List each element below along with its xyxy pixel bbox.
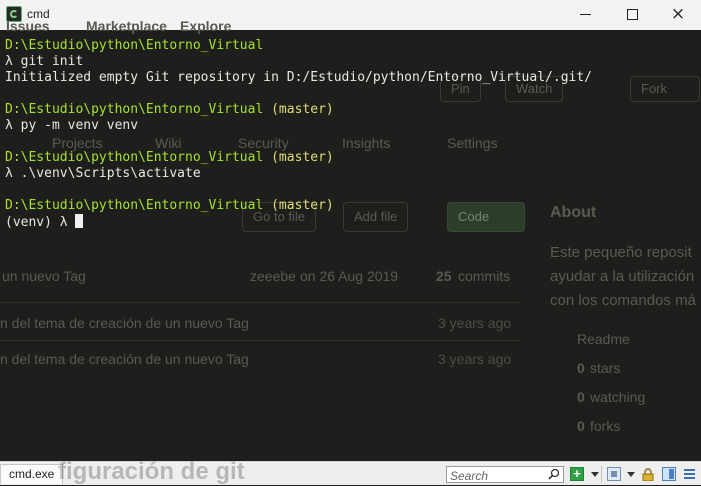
active-input-line[interactable]: (venv) λ — [5, 214, 84, 231]
text-cursor — [75, 214, 84, 228]
prompt-line: D:\Estudio\python\Entorno_Virtual (maste… — [5, 102, 334, 118]
search-box[interactable] — [446, 466, 564, 484]
terminal-output[interactable]: D:\Estudio\python\Entorno_Virtual λ git … — [0, 30, 701, 460]
minimize-icon — [580, 14, 591, 15]
status-bar: cmd.exe + — [0, 461, 701, 485]
split-view-icon[interactable] — [662, 467, 676, 481]
prompt-branch: (master) — [271, 150, 334, 165]
menu-icon[interactable] — [683, 467, 697, 481]
venv-prompt: (venv) λ — [5, 215, 76, 230]
command-line: λ py -m venv venv — [5, 118, 139, 133]
command-line: λ git init — [5, 54, 84, 69]
prompt-line: D:\Estudio\python\Entorno_Virtual — [5, 38, 263, 54]
maximize-icon — [627, 9, 638, 20]
search-icon[interactable] — [548, 468, 560, 480]
minimize-button[interactable] — [563, 0, 609, 30]
prompt-path: D:\Estudio\python\Entorno_Virtual — [5, 150, 264, 165]
panel-icon[interactable] — [607, 467, 621, 481]
console-tab[interactable]: cmd.exe — [0, 464, 64, 484]
prompt-path: D:\Estudio\python\Entorno_Virtual — [5, 198, 264, 213]
prompt-branch: (master) — [271, 198, 334, 213]
lock-icon[interactable] — [642, 468, 654, 481]
toolbar-separator — [601, 466, 602, 483]
close-button[interactable]: × — [655, 0, 701, 30]
prompt-branch: (master) — [271, 102, 334, 117]
prompt-line: D:\Estudio\python\Entorno_Virtual (maste… — [5, 198, 334, 214]
dropdown-icon[interactable] — [627, 472, 635, 477]
dropdown-icon[interactable] — [591, 472, 599, 477]
command-line: λ .\venv\Scripts\activate — [5, 166, 201, 181]
prompt-line: D:\Estudio\python\Entorno_Virtual (maste… — [5, 150, 334, 166]
add-console-icon[interactable]: + — [570, 467, 584, 481]
maximize-button[interactable] — [609, 0, 655, 30]
output-line: Initialized empty Git repository in D:/E… — [5, 70, 592, 85]
prompt-path: D:\Estudio\python\Entorno_Virtual — [5, 38, 264, 53]
prompt-path: D:\Estudio\python\Entorno_Virtual — [5, 102, 264, 117]
search-input[interactable] — [447, 468, 546, 484]
close-icon: × — [670, 4, 686, 24]
